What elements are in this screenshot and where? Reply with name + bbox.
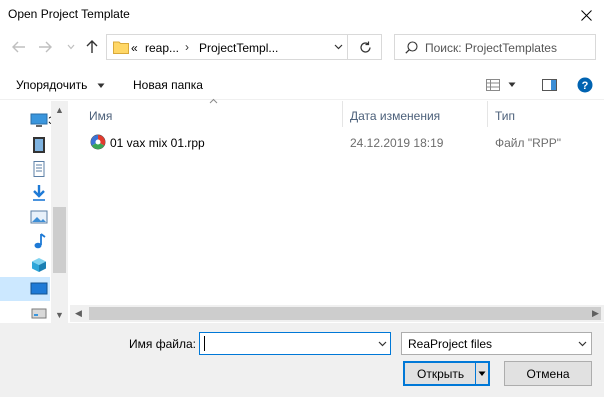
chevron-down-icon — [478, 371, 486, 376]
chevron-down-icon — [508, 82, 516, 87]
nav-item-music[interactable] — [0, 229, 50, 253]
preview-pane-icon — [541, 79, 557, 91]
file-list-horizontal-scrollbar[interactable]: ◀ ▶ — [70, 305, 604, 322]
divider — [347, 35, 348, 59]
document-icon — [33, 161, 45, 177]
up-button[interactable] — [83, 38, 101, 56]
video-icon — [33, 137, 45, 153]
column-divider[interactable] — [342, 101, 343, 127]
image-icon — [30, 210, 48, 224]
open-button[interactable]: Открыть — [403, 361, 490, 386]
drive-icon — [31, 308, 47, 319]
column-divider[interactable] — [487, 101, 488, 127]
computer-icon — [30, 113, 48, 127]
file-type-select[interactable]: ReaProject files — [401, 332, 592, 355]
file-list: Имя Дата изменения Тип 01 vax mix 01.rpp… — [70, 98, 604, 323]
cancel-button-label: Отмена — [526, 367, 570, 381]
close-icon — [580, 9, 592, 21]
recent-locations-button[interactable] — [62, 38, 80, 56]
arrow-up-icon — [86, 40, 98, 53]
search-icon — [405, 41, 418, 57]
breadcrumb-item[interactable]: reap... — [145, 41, 179, 55]
desktop-icon — [30, 282, 48, 295]
close-button[interactable] — [568, 0, 604, 30]
filename-label: Имя файла: — [129, 337, 196, 351]
file-date: 24.12.2019 18:19 — [350, 136, 444, 150]
folder-icon — [113, 40, 129, 57]
chevron-down-icon — [378, 341, 386, 347]
nav-item-local-disk[interactable] — [0, 301, 50, 325]
breadcrumb-item[interactable]: ProjectTempl... — [199, 41, 278, 55]
sort-ascending-icon — [209, 98, 218, 104]
cancel-button[interactable]: Отмена — [504, 361, 592, 386]
nav-item-desktop[interactable] — [0, 277, 50, 301]
nav-item-3d-objects[interactable] — [0, 253, 50, 277]
file-type-dropdown-button[interactable] — [576, 337, 588, 351]
breadcrumb-separator-icon: › — [185, 40, 189, 54]
preview-pane-button[interactable] — [540, 77, 558, 93]
download-icon — [33, 185, 45, 201]
forward-button[interactable] — [36, 38, 54, 56]
music-icon — [34, 233, 46, 249]
filename-input[interactable] — [199, 332, 391, 355]
file-type-value: ReaProject files — [408, 337, 493, 351]
nav-item-pictures[interactable] — [0, 205, 50, 229]
divider — [475, 363, 476, 384]
help-icon: ? — [577, 77, 593, 93]
title-bar: Open Project Template — [0, 0, 604, 30]
search-placeholder: Поиск: ProjectTemplates — [425, 41, 557, 55]
breadcrumb-overflow[interactable]: « — [131, 41, 138, 55]
chevron-down-icon — [67, 44, 75, 50]
scroll-up-icon[interactable]: ▲ — [51, 101, 68, 118]
column-header-type[interactable]: Тип — [495, 101, 515, 127]
chevron-down-icon — [334, 44, 342, 50]
new-folder-button[interactable]: Новая папка — [133, 78, 203, 92]
nav-item-downloads[interactable] — [0, 181, 50, 205]
dialog-footer: Имя файла: ReaProject files Открыть Отме… — [0, 323, 604, 397]
organize-button[interactable]: Упорядочить — [16, 78, 105, 92]
scroll-down-icon[interactable]: ▼ — [51, 306, 68, 323]
refresh-button[interactable] — [355, 39, 375, 55]
help-button[interactable]: ? — [576, 77, 594, 93]
chevron-down-icon — [578, 341, 586, 347]
chevron-down-icon — [97, 83, 105, 88]
column-header-name[interactable]: Имя — [89, 101, 112, 127]
scroll-right-icon[interactable]: ▶ — [587, 305, 604, 322]
organize-label: Упорядочить — [16, 78, 88, 92]
file-name: 01 vax mix 01.rpp — [110, 136, 205, 150]
file-row[interactable]: 01 vax mix 01.rpp 24.12.2019 18:19 Файл … — [70, 131, 604, 153]
reaper-project-icon — [90, 134, 106, 150]
file-type: Файл "RPP" — [495, 136, 562, 150]
open-options-button[interactable] — [477, 368, 487, 380]
address-dropdown-button[interactable] — [331, 39, 345, 55]
nav-item-documents[interactable] — [0, 157, 50, 181]
view-options-button[interactable] — [484, 77, 502, 93]
search-box[interactable]: Поиск: ProjectTemplates — [394, 34, 596, 60]
view-menu-button[interactable] — [506, 77, 518, 93]
scrollbar-thumb[interactable] — [89, 307, 601, 320]
navigation-pane-scrollbar[interactable]: ▲ ▼ — [51, 101, 68, 323]
address-bar[interactable]: « reap... › ProjectTempl... — [106, 34, 382, 60]
refresh-icon — [359, 41, 371, 53]
view-details-icon — [486, 79, 500, 91]
scrollbar-thumb[interactable] — [53, 207, 66, 273]
svg-text:?: ? — [582, 80, 589, 92]
scroll-left-icon[interactable]: ◀ — [70, 305, 87, 322]
arrow-left-icon — [12, 41, 25, 53]
back-button[interactable] — [10, 38, 28, 56]
nav-item-videos[interactable] — [0, 133, 50, 157]
window-title: Open Project Template — [8, 7, 130, 21]
text-caret — [204, 336, 205, 351]
column-header-date[interactable]: Дата изменения — [350, 101, 440, 127]
open-button-label: Открыть — [417, 367, 465, 381]
filename-history-button[interactable] — [376, 337, 388, 351]
nav-item-this-pc[interactable]: Э — [0, 109, 56, 133]
command-bar: Упорядочить Новая папка ? — [0, 70, 604, 100]
3d-objects-icon — [32, 258, 46, 272]
arrow-right-icon — [39, 41, 52, 53]
